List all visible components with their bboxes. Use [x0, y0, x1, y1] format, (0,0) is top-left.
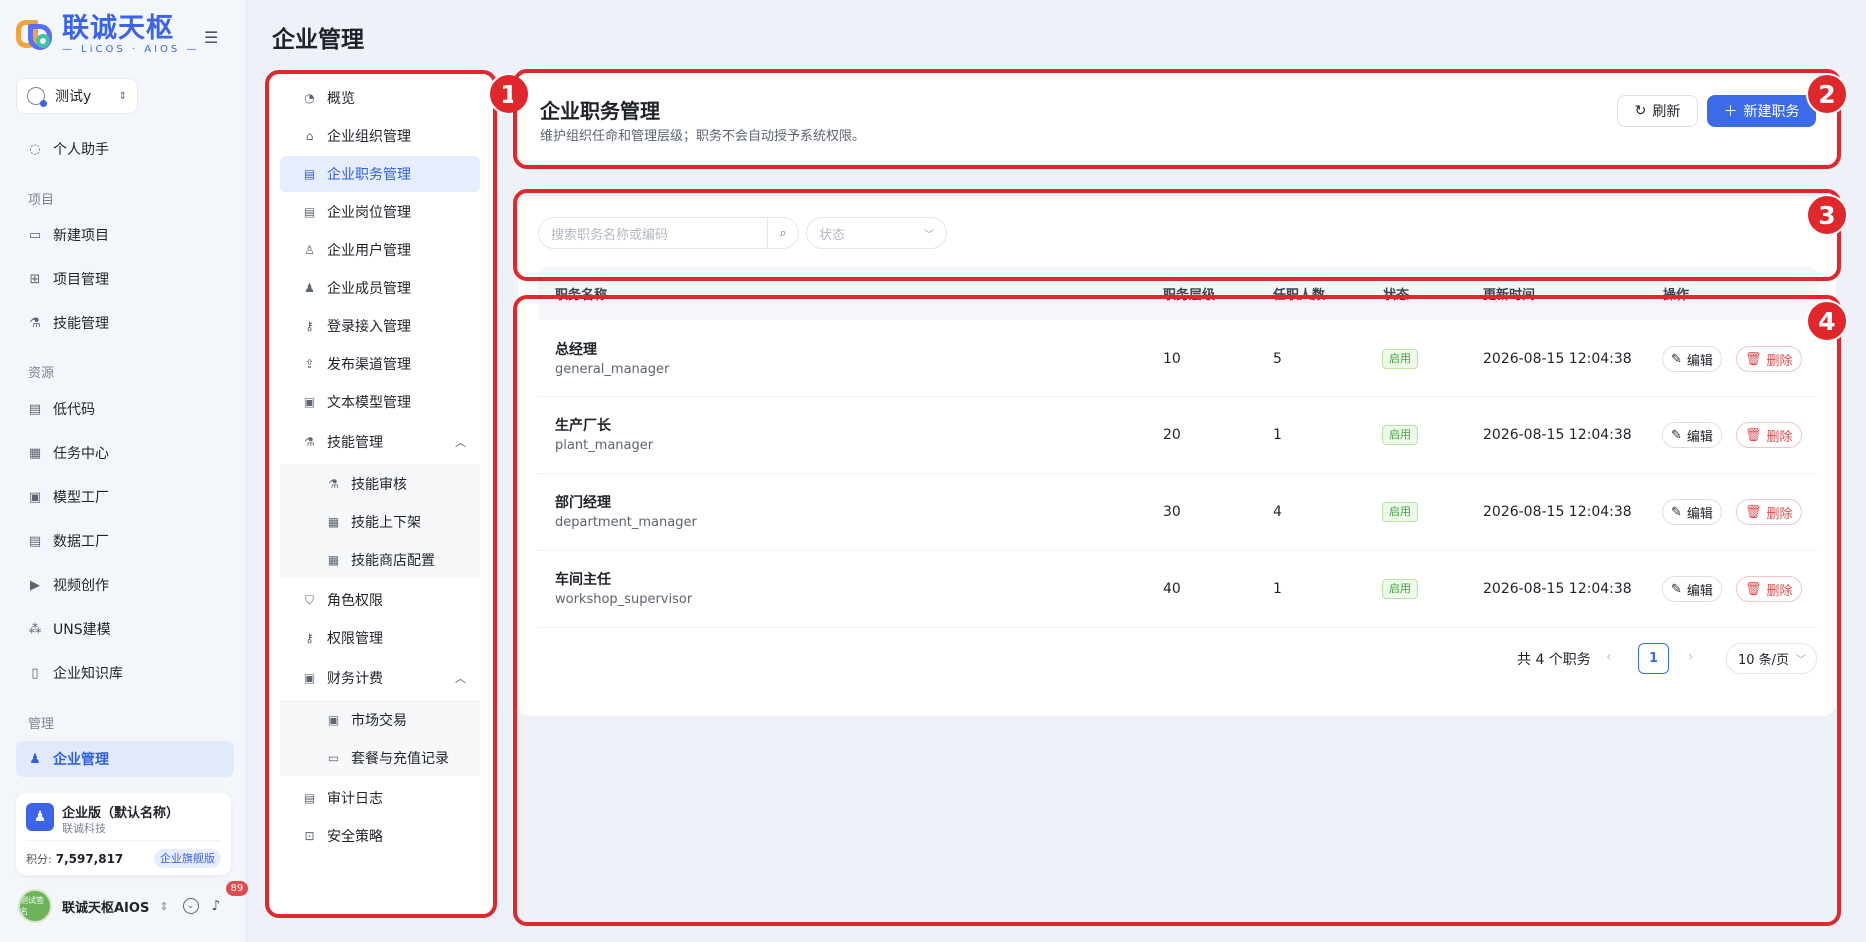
enterprise-icon: ♟ — [26, 803, 54, 831]
database-icon: ▤ — [28, 533, 42, 549]
notification-badge: 89 — [225, 881, 249, 896]
annotation-box-1 — [265, 70, 497, 918]
network-icon: ⁂ — [28, 621, 42, 637]
points-label: 积分: — [26, 853, 52, 866]
logo-icon — [14, 14, 56, 56]
nav-item-enterprise[interactable]: ♟ 企业管理 — [16, 741, 234, 777]
workspace-name: 测试y — [55, 89, 92, 105]
plan-badge: 企业旗舰版 — [154, 849, 221, 868]
expand-icon[interactable]: ⌄ — [182, 898, 199, 914]
video-icon: ▶ — [30, 577, 40, 593]
nav-group-resource: 资源 — [28, 366, 55, 381]
updown-icon: ⇕ — [118, 90, 127, 102]
nav-item-lowcode[interactable]: ▤ 低代码 — [16, 391, 234, 427]
annotation-number-3: 3 — [1806, 194, 1848, 236]
monitor-icon: ▭ — [28, 227, 42, 243]
logo-subtitle: — LiCOS · AIOS — — [62, 44, 200, 55]
annotation-box-4 — [513, 295, 1841, 926]
nav-label: 低代码 — [53, 402, 95, 418]
app-logo[interactable]: 联诚天枢 — LiCOS · AIOS — — [14, 14, 199, 56]
nav-label: 技能管理 — [53, 316, 109, 332]
nav-item-video[interactable]: ▶ 视频创作 — [16, 567, 234, 603]
users-icon: ♟ — [29, 751, 41, 767]
nav-item-task-center[interactable]: ▦ 任务中心 — [16, 435, 234, 471]
avatar[interactable]: 测试签名 — [18, 889, 52, 923]
calendar-icon: ▦ — [28, 445, 42, 461]
account-name[interactable]: 联诚天枢AIOS — [62, 897, 149, 916]
nav-group-project: 项目 — [28, 193, 55, 208]
flask-icon: ⚗ — [29, 315, 41, 331]
main-sidebar: 联诚天枢 — LiCOS · AIOS — ☰ 测试y ⇕ ◌ 个人助手 项目 ▭… — [0, 0, 249, 942]
switch-icon[interactable]: ⇕ — [159, 900, 168, 913]
nav-item-assistant[interactable]: ◌ 个人助手 — [16, 131, 234, 167]
nav-item-uns[interactable]: ⁂ UNS建模 — [16, 611, 234, 647]
collapse-sidebar-icon[interactable]: ☰ — [204, 28, 224, 48]
nav-label: 新建项目 — [53, 228, 109, 244]
account-bar: 测试签名 联诚天枢AIOS ⇕ ⌄ ♪ 89 — [18, 881, 249, 924]
chat-icon: ◌ — [29, 141, 41, 157]
nav-item-model-factory[interactable]: ▣ 模型工厂 — [16, 479, 234, 515]
plan-card[interactable]: ♟ 企业版（默认名称） 联诚科技 积分: 7,597,817 企业旗舰版 — [16, 793, 231, 875]
nav-item-new-project[interactable]: ▭ 新建项目 — [16, 217, 234, 253]
annotation-box-3 — [513, 189, 1841, 281]
nav-label: 视频创作 — [53, 578, 109, 594]
plan-name: 企业版（默认名称） — [62, 806, 180, 821]
nav-label: 个人助手 — [53, 142, 109, 158]
document-icon: ▤ — [28, 401, 42, 417]
points-value: 7,597,817 — [55, 852, 124, 866]
nav-label: 企业管理 — [53, 752, 109, 768]
nav-label: 项目管理 — [53, 272, 109, 288]
plan-org: 联诚科技 — [62, 822, 106, 835]
nav-label: UNS建模 — [53, 622, 111, 638]
user-icon — [27, 87, 47, 107]
workspace-switcher[interactable]: 测试y ⇕ — [16, 78, 138, 114]
grid-icon: ⊞ — [29, 271, 41, 287]
nav-label: 企业知识库 — [53, 666, 123, 682]
annotation-number-4: 4 — [1806, 300, 1848, 342]
annotation-number-2: 2 — [1806, 73, 1848, 115]
nav-item-project-mgmt[interactable]: ⊞ 项目管理 — [16, 261, 234, 297]
nav-label: 模型工厂 — [53, 490, 109, 506]
nav-item-data-factory[interactable]: ▤ 数据工厂 — [16, 523, 234, 559]
nav-item-skill-mgmt[interactable]: ⚗ 技能管理 — [16, 305, 234, 341]
logo-title: 联诚天枢 — [62, 13, 174, 44]
robot-icon: ▣ — [28, 489, 42, 505]
nav-item-knowledge[interactable]: ▯ 企业知识库 — [16, 655, 234, 691]
points: 积分: 7,597,817 — [26, 851, 123, 867]
annotation-box-2 — [513, 69, 1841, 169]
page-title: 企业管理 — [272, 27, 364, 53]
nav-label: 任务中心 — [53, 446, 109, 462]
bell-icon[interactable]: ♪ 89 — [212, 881, 249, 914]
nav-group-manage: 管理 — [28, 717, 55, 732]
book-icon: ▯ — [31, 665, 39, 681]
nav-label: 数据工厂 — [53, 534, 109, 550]
